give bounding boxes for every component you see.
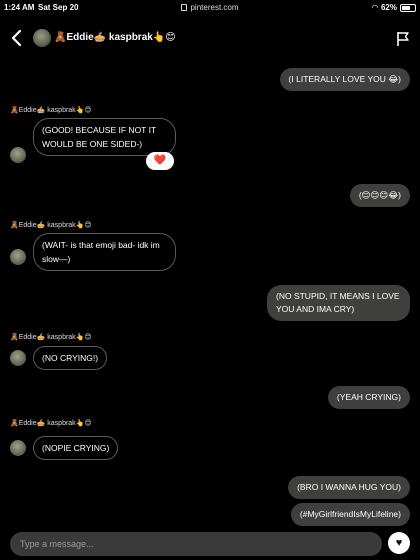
message-outgoing[interactable]: (NO STUPID, IT MEANS I LOVE YOU AND IMA … [267,285,410,321]
message-input[interactable] [10,532,382,556]
chat-header: 🧸Eddie🥧 kaspbrak👆😊 [0,18,420,60]
flag-icon[interactable] [396,31,410,47]
heart-reaction[interactable]: ❤️ [146,152,174,170]
message-outgoing[interactable]: (YEAH CRYING) [327,386,410,409]
lock-icon [181,4,188,11]
sender-name: 🧸Eddie🥧 kaspbrak👆😊 [10,222,92,229]
battery-percent: 62% [380,3,397,12]
status-right: ◠ 62% [372,3,416,12]
composer: ♥ [0,528,420,560]
message-incoming[interactable]: (WAIT- is that emoji bad- idk im slow—) [33,233,176,271]
chevron-left-icon[interactable] [8,28,26,48]
sender-avatar[interactable] [10,249,26,265]
status-bar: 1:24 AM Sat Sep 20 pinterest.com ◠ 62% [0,0,420,18]
sender-name: 🧸Eddie🥧 kaspbrak👆😊 [10,420,92,427]
sender-avatar[interactable] [10,440,26,456]
url-text: pinterest.com [190,3,239,12]
message-outgoing[interactable]: (BRO I WANNA HUG YOU) [288,476,410,499]
sender-name: 🧸Eddie🥧 kaspbrak👆😊 [10,334,92,341]
contact-name[interactable]: 🧸Eddie🥧 kaspbrak👆😊 [54,32,176,43]
message-incoming[interactable]: (NO CRYING!) [33,346,108,370]
address-bar[interactable]: pinterest.com [0,3,420,12]
wifi-icon: ◠ [371,3,378,12]
message-incoming[interactable]: (GOOD! BECAUSE IF NOT IT WOULD BE ONE SI… [33,118,176,156]
sender-avatar[interactable] [10,147,26,163]
heart-icon[interactable]: ♥ [388,532,410,554]
message-list[interactable]: (I LITERALLY LOVE YOU 😂) 🧸Eddie🥧 kaspbra… [0,60,420,528]
sender-avatar[interactable] [10,350,26,366]
sender-name: 🧸Eddie🥧 kaspbrak👆😊 [10,107,92,114]
message-outgoing[interactable]: (I LITERALLY LOVE YOU 😂) [279,68,410,91]
message-outgoing[interactable]: (#MyGirlfriendIsMyLifeline) [290,503,410,526]
message-incoming[interactable]: (NOPIE CRYING) [33,436,119,460]
message-outgoing[interactable]: (😊😊😊😂) [349,184,410,207]
contact-avatar[interactable] [33,29,51,47]
battery-icon [400,3,416,12]
